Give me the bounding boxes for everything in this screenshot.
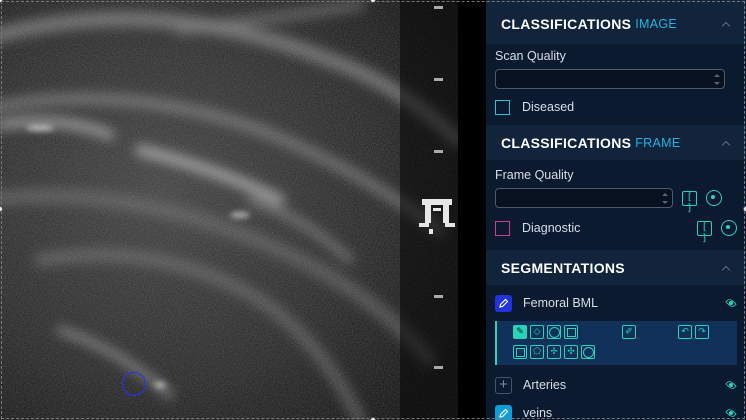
eye-icon[interactable] <box>725 299 737 307</box>
depth-ruler-tick <box>434 366 443 369</box>
circle-tool-icon[interactable] <box>547 325 561 339</box>
diseased-row[interactable]: Diseased <box>486 95 746 119</box>
frame-range-button[interactable]: [ ] <box>682 190 697 214</box>
depth-ruler-tick <box>434 150 443 153</box>
diagnostic-row[interactable]: Diagnostic [ ] <box>486 216 746 244</box>
chevron-up-icon[interactable] <box>721 138 731 148</box>
bounding-box-tool-icon[interactable] <box>513 345 527 359</box>
segmentation-toolbox: ✎ ◇ ✐ ↶ ↷ ⬠ ✢ ✣ <box>495 321 737 365</box>
diseased-checkbox[interactable] <box>495 99 510 115</box>
eraser-tool-icon[interactable]: ◇ <box>530 325 544 339</box>
pencil-icon <box>495 404 512 420</box>
magic-wand-tool-icon[interactable]: ✐ <box>622 325 636 339</box>
brush-tool-icon[interactable]: ✎ <box>513 325 527 339</box>
annotation-panel: CLASSIFICATIONS IMAGE Scan Quality Disea… <box>486 0 746 420</box>
frame-quality-row: [ ] <box>486 188 746 214</box>
grow-tool-icon[interactable]: ✢ <box>547 345 561 359</box>
segmentation-label: Arteries <box>523 378 567 392</box>
section-title: CLASSIFICATIONS <box>501 134 632 151</box>
shrink-tool-icon[interactable]: ✣ <box>564 345 578 359</box>
undo-icon[interactable]: ↶ <box>678 325 692 339</box>
section-header-classifications-image[interactable]: CLASSIFICATIONS IMAGE <box>486 0 746 44</box>
brush-cursor <box>122 372 146 396</box>
frame-range-button[interactable]: [ ] <box>697 220 712 244</box>
segmentation-label: Femoral BML <box>523 296 599 310</box>
segmentation-item-femoral-bml[interactable]: Femoral BML <box>486 289 746 317</box>
ultrasound-image <box>0 0 458 420</box>
segmentation-item-arteries[interactable]: + Arteries <box>486 371 746 399</box>
plus-icon: + <box>495 376 512 394</box>
select-arrows-icon <box>661 193 668 204</box>
eye-icon[interactable] <box>725 381 737 389</box>
history-icon[interactable] <box>706 190 722 206</box>
section-header-classifications-frame[interactable]: CLASSIFICATIONS FRAME <box>486 125 746 160</box>
redo-icon[interactable]: ↷ <box>695 325 709 339</box>
chevron-up-icon[interactable] <box>721 263 731 273</box>
history-icon[interactable] <box>721 220 737 236</box>
diagnostic-checkbox[interactable] <box>495 220 510 236</box>
polygon-tool-icon[interactable]: ⬠ <box>530 345 544 359</box>
chevron-up-icon[interactable] <box>721 19 731 29</box>
eye-icon[interactable] <box>725 409 737 417</box>
probe-orientation-icon <box>419 199 455 234</box>
fill-tool-icon[interactable] <box>581 345 595 359</box>
frame-quality-label: Frame Quality <box>495 168 574 182</box>
section-subtitle: FRAME <box>635 135 681 150</box>
rectangle-tool-icon[interactable] <box>564 325 578 339</box>
section-title: SEGMENTATIONS <box>501 259 625 276</box>
section-header-segmentations[interactable]: SEGMENTATIONS <box>486 250 746 285</box>
depth-ruler-tick <box>434 78 443 81</box>
diseased-label: Diseased <box>522 100 575 114</box>
segmentation-item-veins[interactable]: veins <box>486 399 746 420</box>
select-arrows-icon <box>713 74 720 85</box>
pencil-icon <box>495 294 512 312</box>
diagnostic-label: Diagnostic <box>522 221 581 235</box>
depth-ruler-tick <box>434 6 443 9</box>
depth-ruler-tick <box>434 295 443 298</box>
section-subtitle: IMAGE <box>635 17 678 31</box>
scan-quality-label: Scan Quality <box>495 49 566 63</box>
section-title: CLASSIFICATIONS <box>501 16 632 32</box>
scan-quality-select[interactable] <box>495 69 725 89</box>
image-viewport[interactable] <box>0 0 458 420</box>
segmentation-label: veins <box>523 406 553 420</box>
frame-quality-select[interactable] <box>495 188 673 208</box>
